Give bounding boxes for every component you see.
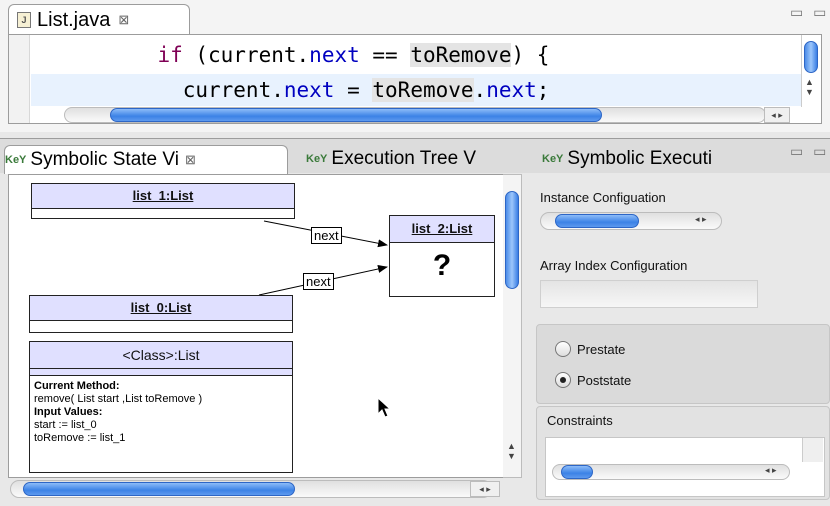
editor-vscroll-thumb[interactable] [804,41,818,73]
node-value: ? [432,249,452,282]
constraints-hscroll[interactable]: ◂ ▸ [552,464,790,480]
diagram-hscroll-thumb[interactable] [23,482,295,496]
class-info: Current Method: remove( List start ,List… [30,376,292,449]
radio-circle[interactable] [555,341,571,357]
key-view-icon: KeY [542,153,564,165]
configuration-panel: Instance Configuation ◂ ▸ Array Index Co… [530,174,830,500]
node-list-2[interactable]: list_2:List ? [389,215,495,297]
node-title: list_1:List [32,184,294,209]
java-editor: J List.java ⊠ ▭ ▭ if (current.next == to… [0,0,830,132]
close-icon[interactable]: ⊠ [118,12,129,28]
node-title: list_0:List [30,296,292,321]
editor-window-buttons[interactable]: ▭ ▭ [790,4,829,21]
current-method-label: Current Method: [34,380,120,392]
current-method-value: remove( List start ,List toRemove ) [34,393,203,405]
array-index-config-label: Array Index Configuration [540,258,688,273]
radio-circle-selected[interactable] [555,372,571,388]
node-list-0[interactable]: list_0:List [29,295,293,333]
editor-tab-list-java[interactable]: J List.java ⊠ [8,4,190,35]
editor-vertical-scrollbar[interactable]: ▲ ▼ [801,35,820,107]
editor-gutter [9,35,30,123]
poststate-radio[interactable]: Poststate [555,372,631,388]
diagram-horizontal-scrollbar[interactable] [10,480,492,498]
instance-slider-thumb[interactable] [555,214,639,228]
instance-config-slider[interactable]: ◂ ▸ [540,212,722,230]
code-line-1: if (current.next == toRemove) { [157,43,550,67]
prestate-label: Prestate [577,341,626,357]
tab-symbolic-state[interactable]: KeY Symbolic State Vi ⊠ [4,145,288,174]
diagram-hscroll-arrows[interactable]: ◂ ▸ [470,481,500,497]
constraints-group: Constraints ◂ ▸ [536,406,830,500]
input-values-label: Input Values: [34,406,103,418]
tab-label: Execution Tree V [331,148,477,169]
node-title: <Class>:List [30,342,292,369]
code-area[interactable]: if (current.next == toRemove) { current.… [8,34,822,124]
edge-label-next-1: next [311,227,342,244]
editor-horizontal-scrollbar[interactable] [64,107,766,123]
mouse-pointer-icon [377,397,392,418]
constraints-list[interactable]: ◂ ▸ [545,437,825,497]
symbolic-state-diagram[interactable]: list_1:List next next list_2:List ? list… [8,174,505,478]
input-value-2: toRemove := list_1 [34,432,126,444]
constraints-hscroll-thumb[interactable] [561,465,593,479]
view-window-buttons[interactable]: ▭ ▭ [790,143,829,160]
tab-label: Symbolic State Vi [30,149,179,170]
tab-execution-tree[interactable]: KeY Execution Tree V [306,145,538,173]
array-index-config-slider[interactable] [540,280,758,308]
poststate-label: Poststate [577,372,632,388]
input-value-1: start := list_0 [34,419,97,431]
instance-config-label: Instance Configuation [540,190,666,205]
scroll-arrow-icon[interactable]: ▲ ▼ [507,441,516,461]
node-class-list[interactable]: <Class>:List Current Method: remove( Lis… [29,341,293,473]
java-file-icon: J [17,12,31,28]
scroll-arrow-icon[interactable]: ▲ ▼ [805,77,814,97]
tab-label: Symbolic Executi [567,148,713,169]
editor-hscroll-arrows[interactable]: ◂ ▸ [764,107,790,123]
constraints-vscroll[interactable] [802,438,823,462]
scroll-arrow-icon[interactable]: ◂ ▸ [765,465,777,476]
edge-label-next-2: next [303,273,334,290]
key-view-icon: KeY [306,153,328,165]
close-icon[interactable]: ⊠ [185,152,196,168]
node-title: list_2:List [390,216,494,243]
tab-symbolic-execution[interactable]: KeY Symbolic Executi [542,145,767,173]
state-radio-group: Prestate Poststate [536,324,830,404]
code-line-2: current.next = toRemove.next; [31,74,801,106]
diagram-vscroll-thumb[interactable] [505,191,519,289]
diagram-vertical-scrollbar[interactable]: ▲ ▼ [503,174,522,478]
scroll-arrow-icon[interactable]: ◂ ▸ [695,214,707,225]
view-tab-strip: KeY Symbolic State Vi ⊠ KeY Execution Tr… [0,138,830,174]
prestate-radio[interactable]: Prestate [555,341,625,357]
key-view-icon: KeY [5,154,27,166]
node-divider [30,369,292,376]
constraints-label: Constraints [547,413,613,428]
editor-hscroll-thumb[interactable] [110,108,602,122]
node-list-1[interactable]: list_1:List [31,183,295,219]
editor-tab-label: List.java [37,8,111,31]
